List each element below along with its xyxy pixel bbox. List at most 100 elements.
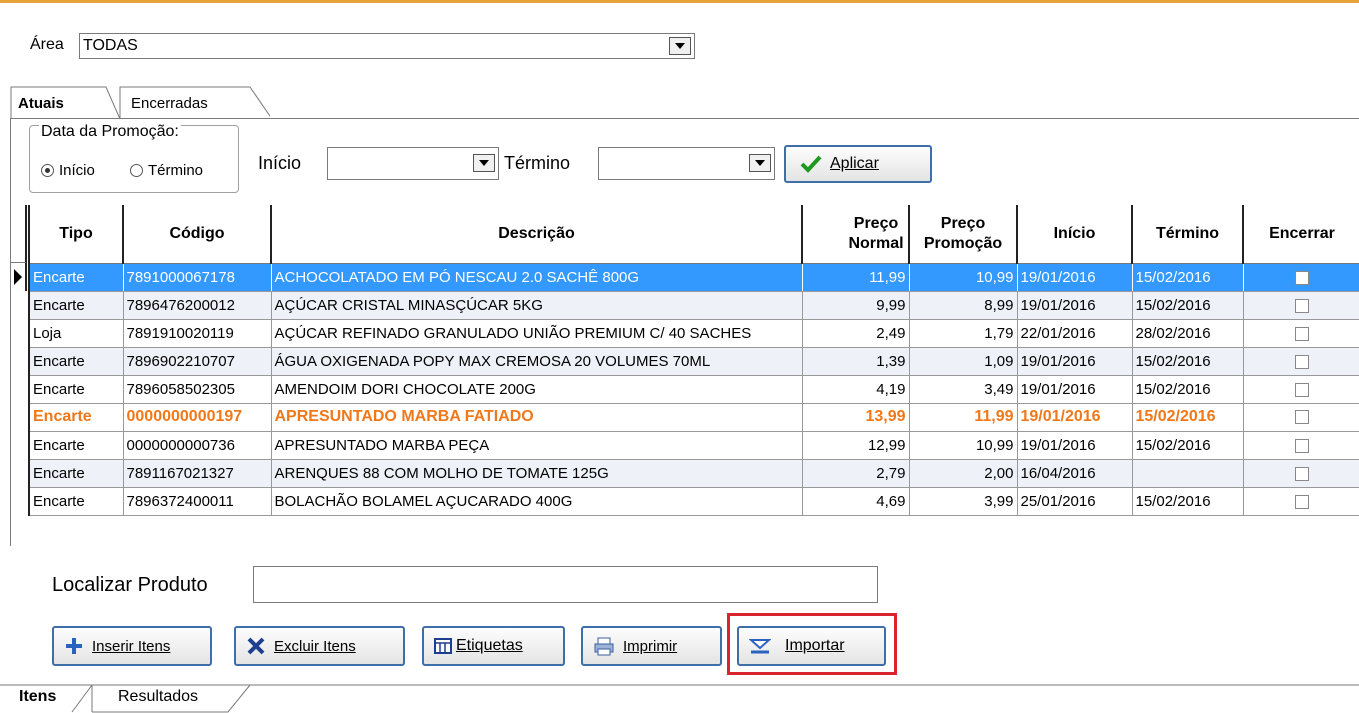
table-row[interactable]: Encarte 0000000000736 APRESUNTADO MARBA PE… [30, 431, 1359, 460]
check-icon [800, 155, 822, 173]
cell-inicio: 19/01/2016 [1017, 403, 1133, 432]
cell-inicio: 19/01/2016 [1017, 431, 1133, 460]
cell-encerrar [1243, 431, 1359, 460]
cell-tipo: Loja [30, 319, 124, 348]
cell-promo: 11,99 [909, 403, 1018, 432]
cell-descricao: ÁGUA OXIGENADA POPY MAX CREMOSA 20 VOLUM… [271, 347, 803, 376]
encerrar-checkbox[interactable] [1295, 354, 1309, 369]
cell-termino: 15/02/2016 [1132, 347, 1244, 376]
table-row[interactable]: Encarte 7896372400011 BOLACHÃO BOLAMEL AÇU… [30, 487, 1359, 516]
encerrar-checkbox[interactable] [1295, 382, 1309, 397]
termino-label: Término [504, 153, 571, 173]
apply-button[interactable]: Aplicar [784, 145, 932, 183]
find-product-label: Localizar Produto [52, 574, 208, 596]
label-icon [434, 638, 452, 654]
labels-button[interactable]: Etiquetas [422, 626, 565, 666]
cell-normal: 9,99 [802, 291, 910, 320]
x-icon [247, 637, 265, 655]
table-row[interactable]: Encarte 7896058502305 AMENDOIM DORI CHOCOL… [30, 375, 1359, 404]
cell-normal: 2,79 [802, 459, 910, 488]
cell-termino: 15/02/2016 [1132, 375, 1244, 404]
cell-encerrar [1243, 319, 1359, 348]
encerrar-checkbox[interactable] [1295, 270, 1309, 285]
cell-encerrar [1243, 487, 1359, 516]
cell-codigo: 7896058502305 [123, 375, 272, 404]
col-inicio[interactable]: Início [1017, 205, 1133, 264]
chevron-down-icon[interactable] [749, 154, 771, 172]
cell-descricao: BOLACHÃO BOLAMEL AÇUCARADO 400G [271, 487, 803, 516]
cell-descricao: AMENDOIM DORI CHOCOLATE 200G [271, 375, 803, 404]
col-tipo[interactable]: Tipo [30, 205, 124, 264]
tab-atuais[interactable]: Atuais [18, 95, 64, 112]
radio-termino-label: Término [148, 162, 204, 179]
row-pointer-icon [14, 269, 22, 285]
inicio-label: Início [258, 153, 302, 173]
cell-encerrar [1243, 459, 1359, 488]
date-group-title: Data da Promoção: [39, 123, 181, 141]
cell-inicio: 19/01/2016 [1017, 375, 1133, 404]
area-select[interactable]: TODAS [79, 33, 695, 59]
cell-normal: 12,99 [802, 431, 910, 460]
radio-inicio[interactable]: Início [41, 162, 95, 179]
chevron-down-icon[interactable] [473, 154, 495, 172]
col-descricao[interactable]: Descrição [271, 205, 803, 264]
cell-promo: 1,79 [909, 319, 1018, 348]
encerrar-checkbox[interactable] [1295, 438, 1309, 453]
table-row[interactable]: Encarte 7891000067178 ACHOCOLATADO EM PÓ N… [30, 263, 1359, 292]
cell-tipo: Encarte [30, 263, 124, 292]
col-termino[interactable]: Término [1132, 205, 1244, 264]
table-header: Tipo Código Descrição Preço Normal Preço… [30, 205, 1359, 264]
encerrar-checkbox[interactable] [1295, 298, 1309, 313]
cell-encerrar [1243, 263, 1359, 292]
col-preco-normal[interactable]: Preço Normal [802, 205, 910, 264]
cell-descricao: AÇÚCAR REFINADO GRANULADO UNIÃO PREMIUM … [271, 319, 803, 348]
cell-inicio: 19/01/2016 [1017, 291, 1133, 320]
chevron-down-icon[interactable] [669, 37, 691, 55]
encerrar-checkbox[interactable] [1295, 466, 1309, 481]
cell-codigo: 7896476200012 [123, 291, 272, 320]
cell-tipo: Encarte [30, 347, 124, 376]
tab-encerradas[interactable]: Encerradas [131, 95, 208, 112]
table-row[interactable]: Encarte 7896476200012 AÇÚCAR CRISTAL MINAS… [30, 291, 1359, 320]
plus-icon [66, 638, 82, 654]
table-row[interactable]: Loja 7891910020119 AÇÚCAR REFINADO GRANULA… [30, 319, 1359, 348]
encerrar-checkbox[interactable] [1295, 326, 1309, 341]
cell-codigo: 7896902210707 [123, 347, 272, 376]
import-callout-highlight [727, 613, 897, 675]
table-row[interactable]: Encarte 0000000000197 APRESUNTADO MARBA FA… [30, 403, 1359, 432]
col-encerrar[interactable]: Encerrar [1243, 205, 1359, 264]
cell-normal: 13,99 [802, 403, 910, 432]
col-codigo[interactable]: Código [123, 205, 272, 264]
termino-date-field[interactable] [598, 147, 775, 180]
cell-termino: 15/02/2016 [1132, 263, 1244, 292]
delete-items-button[interactable]: Excluir Itens [234, 626, 405, 666]
cell-tipo: Encarte [30, 375, 124, 404]
tab-itens[interactable]: Itens [19, 688, 56, 706]
print-button[interactable]: Imprimir [581, 626, 722, 666]
encerrar-checkbox[interactable] [1295, 409, 1309, 424]
cell-normal: 4,69 [802, 487, 910, 516]
cell-encerrar [1243, 375, 1359, 404]
col-preco-promocao[interactable]: Preço Promoção [909, 205, 1018, 264]
encerrar-checkbox[interactable] [1295, 494, 1309, 509]
cell-inicio: 19/01/2016 [1017, 347, 1133, 376]
cell-normal: 1,39 [802, 347, 910, 376]
top-accent-line [0, 0, 1359, 3]
cell-termino: 15/02/2016 [1132, 403, 1244, 432]
table-row[interactable]: Encarte 7891167021327 ARENQUES 88 COM MOLH… [30, 459, 1359, 488]
promotions-table: Tipo Código Descrição Preço Normal Preço… [28, 205, 1359, 516]
radio-selected-icon [41, 164, 54, 177]
cell-descricao: ACHOCOLATADO EM PÓ NESCAU 2.0 SACHÊ 800G [271, 263, 803, 292]
row-indicator [11, 263, 27, 291]
cell-promo: 1,09 [909, 347, 1018, 376]
cell-termino: 15/02/2016 [1132, 431, 1244, 460]
find-product-input[interactable] [253, 566, 878, 603]
tab-resultados[interactable]: Resultados [118, 688, 198, 706]
radio-termino[interactable]: Término [130, 162, 203, 179]
inicio-date-field[interactable] [327, 147, 499, 180]
cell-promo: 3,99 [909, 487, 1018, 516]
cell-codigo: 7891000067178 [123, 263, 272, 292]
insert-items-button[interactable]: Inserir Itens [52, 626, 212, 666]
cell-codigo: 7891167021327 [123, 459, 272, 488]
table-row[interactable]: Encarte 7896902210707 ÁGUA OXIGENADA POPY … [30, 347, 1359, 376]
